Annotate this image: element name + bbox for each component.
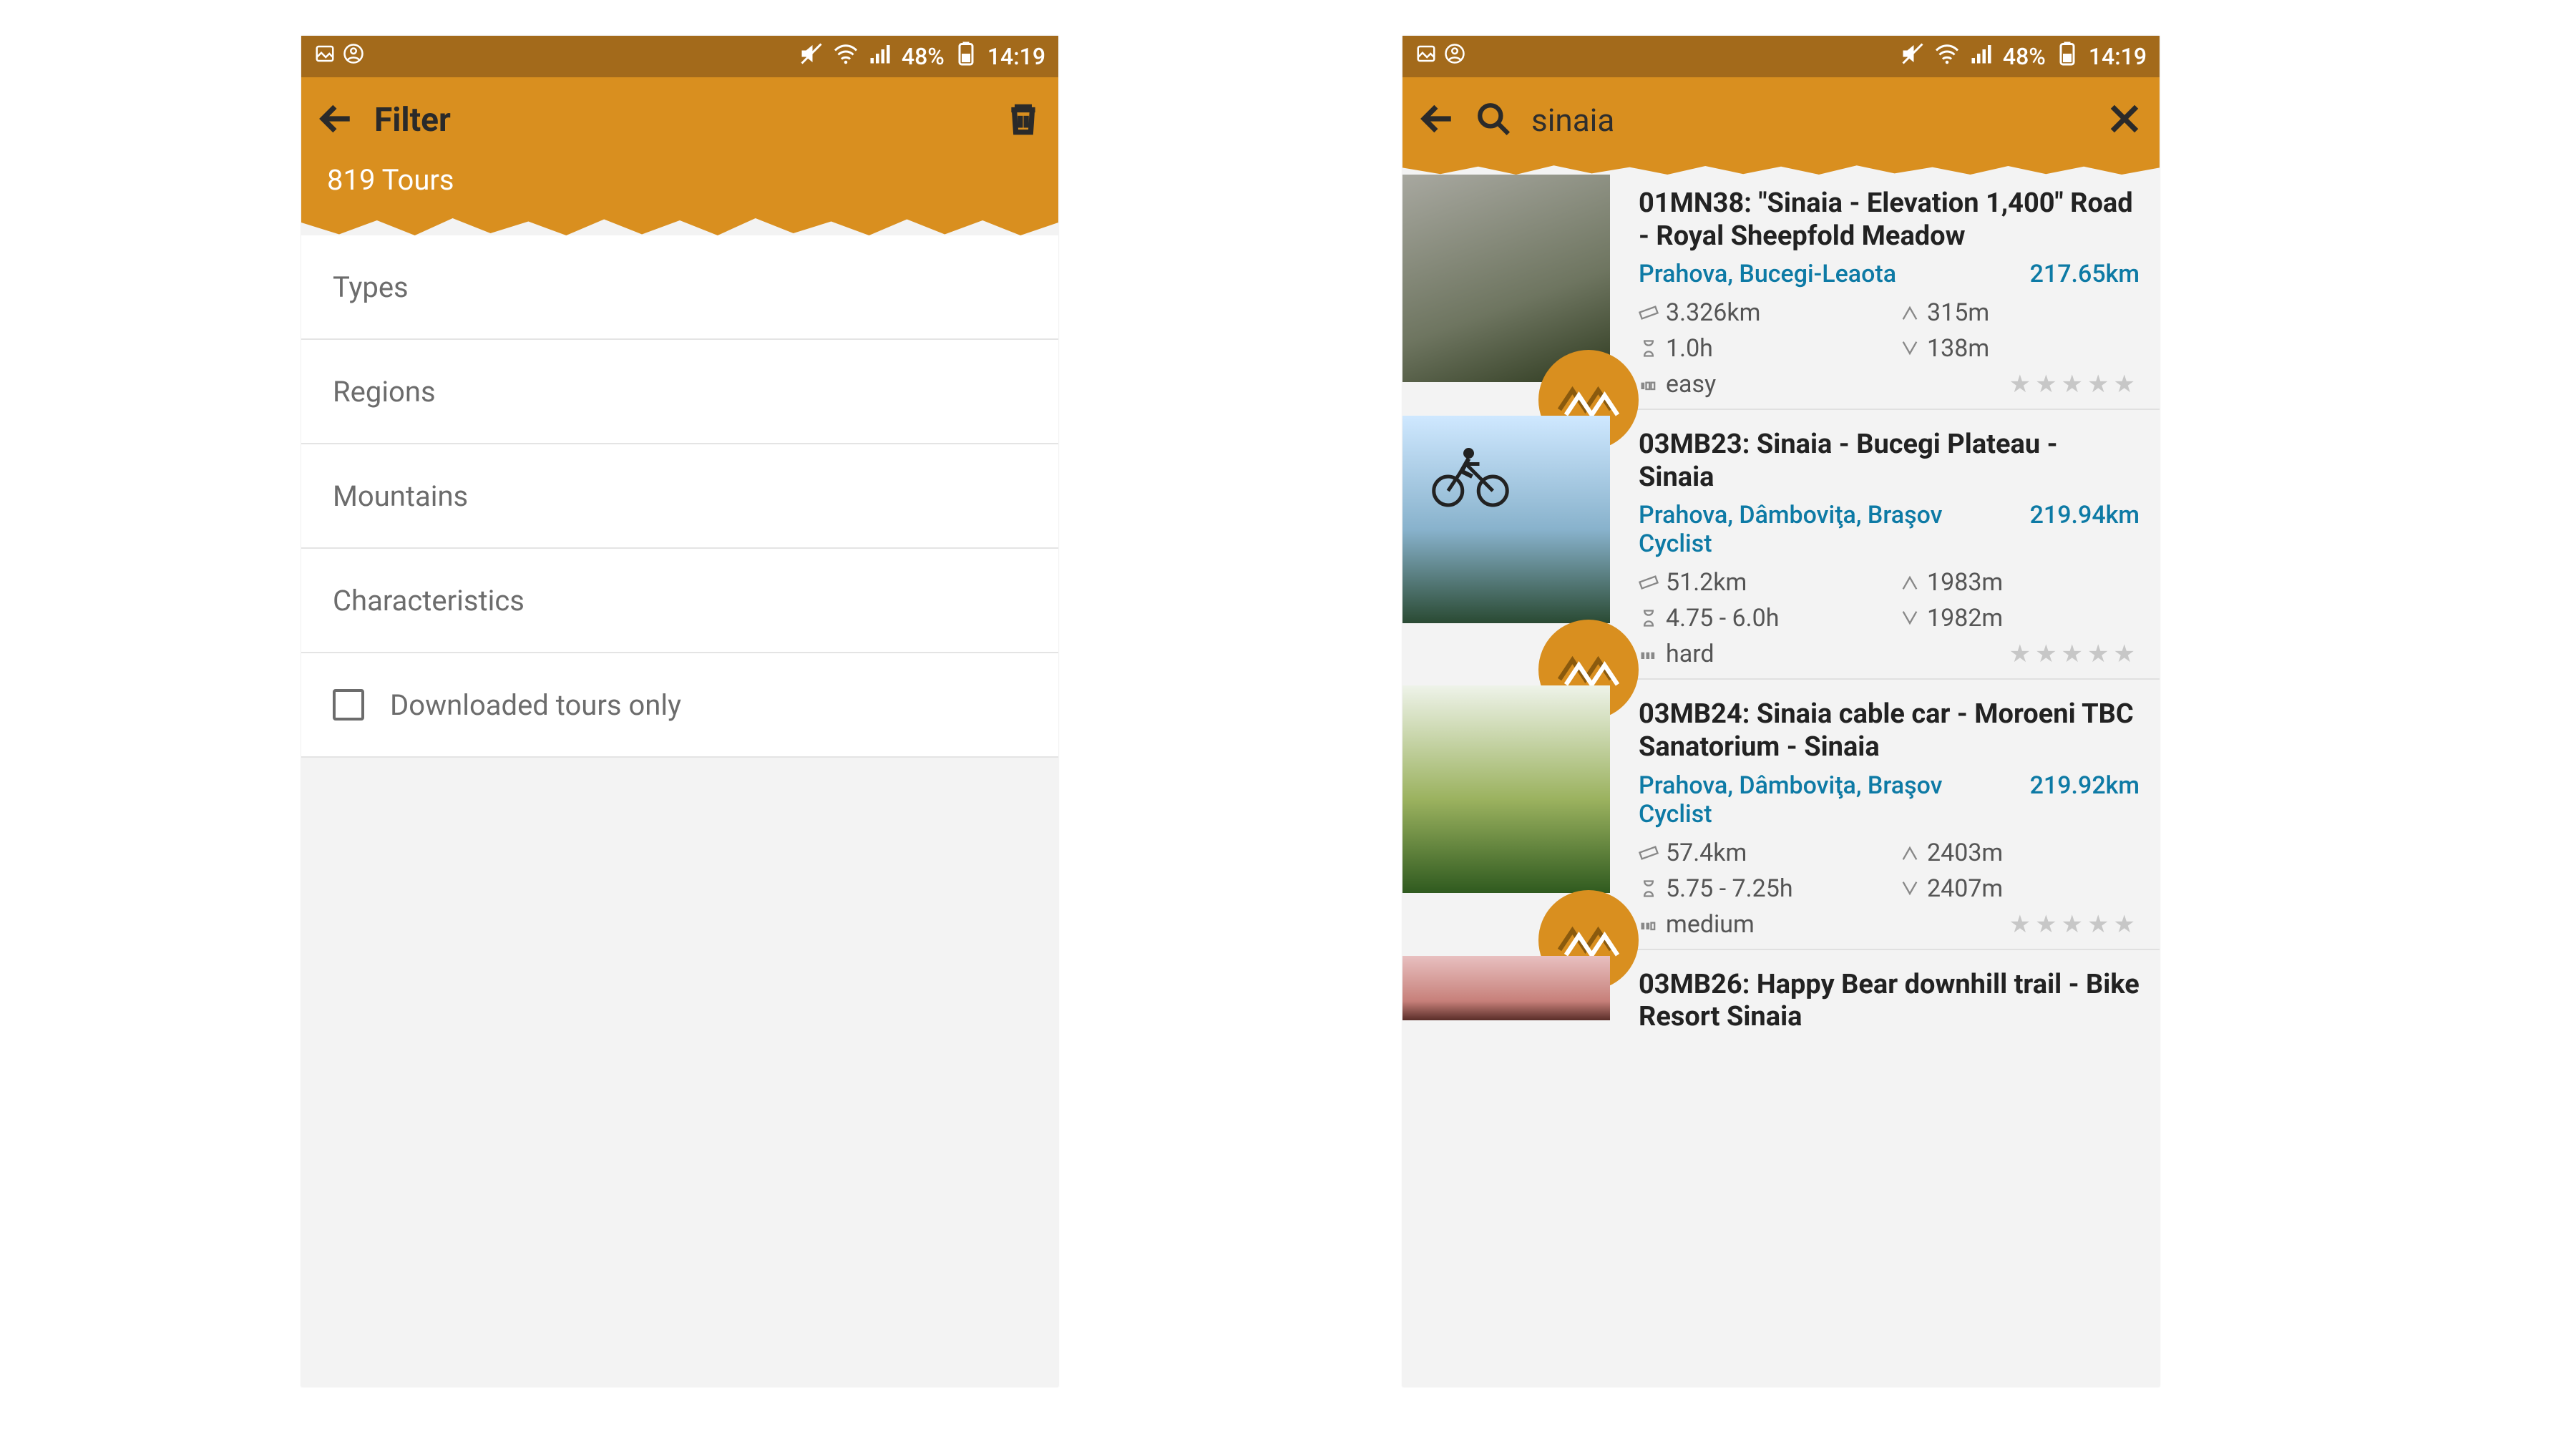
search-result-card[interactable]: 03MB23: Sinaia - Bucegi Plateau - Sinaia…	[1402, 416, 2160, 680]
tour-region: Prahova, Dâmboviţa, Braşov Cyclist	[1639, 501, 1982, 558]
clear-filter-button[interactable]	[1005, 101, 1041, 140]
ascent-icon	[1900, 843, 1920, 863]
ascent-icon	[1900, 303, 1920, 323]
tour-thumbnail	[1402, 956, 1610, 1020]
filter-item-label: Types	[333, 270, 409, 304]
star-icons: ★★★★★	[2009, 370, 2140, 399]
difficulty-icon	[1639, 644, 1659, 664]
ruler-icon	[1639, 303, 1659, 323]
bike-silhouette-icon	[1424, 437, 1517, 509]
hourglass-icon	[1639, 608, 1659, 628]
descent-icon	[1900, 879, 1920, 899]
mute-icon	[1900, 41, 1926, 72]
signal-icon	[867, 41, 893, 72]
tour-title: 01MN38: "Sinaia - Elevation 1,400" Road …	[1639, 187, 2140, 253]
tour-title: 03MB26: Happy Bear downhill trail - Bike…	[1639, 969, 2140, 1034]
filter-item-mountains[interactable]: Mountains	[301, 444, 1058, 549]
stat-descent: 2407m	[1900, 874, 2140, 903]
filter-item-types[interactable]: Types	[301, 235, 1058, 340]
tour-thumbnail	[1402, 416, 1610, 623]
stat-ascent: 2403m	[1900, 839, 2140, 867]
stat-duration: 1.0h	[1639, 334, 1878, 363]
stat-rating: ★★★★★	[1900, 640, 2140, 668]
signal-icon	[1968, 41, 1994, 72]
descent-icon	[1900, 338, 1920, 358]
battery-percent: 48%	[2003, 43, 2046, 70]
tour-distance: 219.94km	[2030, 501, 2140, 558]
stat-difficulty: hard	[1639, 640, 1878, 668]
stat-length: 3.326km	[1639, 298, 1878, 327]
tour-title: 03MB24: Sinaia cable car - Moroeni TBC S…	[1639, 698, 2140, 763]
stat-difficulty: medium	[1639, 910, 1878, 939]
stat-length: 57.4km	[1639, 839, 1878, 867]
search-result-card[interactable]: 03MB24: Sinaia cable car - Moroeni TBC S…	[1402, 685, 2160, 949]
tour-region: Prahova, Bucegi-Leaota	[1639, 260, 1896, 288]
filter-header: Filter 819 Tours	[301, 77, 1058, 214]
back-button[interactable]	[1420, 101, 1455, 140]
filter-count: 819 Tours	[301, 163, 1058, 214]
wifi-icon	[1934, 41, 1960, 72]
search-result-card[interactable]: 03MB26: Happy Bear downhill trail - Bike…	[1402, 956, 2160, 1051]
stat-rating: ★★★★★	[1900, 910, 2140, 939]
filter-item-characteristics[interactable]: Characteristics	[301, 549, 1058, 653]
tour-distance: 217.65km	[2030, 260, 2140, 288]
tour-thumbnail	[1402, 685, 1610, 893]
stat-duration: 4.75 - 6.0h	[1639, 604, 1878, 633]
stat-rating: ★★★★★	[1900, 370, 2140, 399]
ruler-icon	[1639, 572, 1659, 592]
stat-ascent: 1983m	[1900, 568, 2140, 597]
descent-icon	[1900, 608, 1920, 628]
mute-icon	[799, 41, 824, 72]
stat-ascent: 315m	[1900, 298, 2140, 327]
status-bar: 48% 14:19	[301, 36, 1058, 77]
stat-descent: 138m	[1900, 334, 2140, 363]
hourglass-icon	[1639, 338, 1659, 358]
search-icon[interactable]	[1475, 101, 1511, 140]
search-screen: 48% 14:19 sinaia	[1402, 36, 2160, 1387]
downloaded-label: Downloaded tours only	[390, 688, 681, 722]
clock-text: 14:19	[2089, 43, 2147, 70]
filter-item-regions[interactable]: Regions	[301, 340, 1058, 444]
ruler-icon	[1639, 843, 1659, 863]
status-bar: 48% 14:19	[1402, 36, 2160, 77]
filter-options-list: Types Regions Mountains Characteristics …	[301, 235, 1058, 758]
difficulty-icon	[1639, 914, 1659, 934]
stat-duration: 5.75 - 7.25h	[1639, 874, 1878, 903]
difficulty-icon	[1639, 374, 1659, 394]
star-icons: ★★★★★	[2009, 910, 2140, 939]
search-header: sinaia	[1402, 77, 2160, 163]
image-icon	[314, 43, 336, 70]
search-results-list[interactable]: 01MN38: "Sinaia - Elevation 1,400" Road …	[1402, 175, 2160, 1051]
filter-screen: 48% 14:19 Filter 819 Tours Types Regions…	[301, 36, 1058, 1387]
header-edge	[1402, 163, 2160, 175]
filter-item-label: Regions	[333, 375, 436, 409]
hourglass-icon	[1639, 879, 1659, 899]
battery-percent: 48%	[902, 43, 945, 70]
filter-item-label: Characteristics	[333, 584, 525, 617]
tour-title: 03MB23: Sinaia - Bucegi Plateau - Sinaia	[1639, 429, 2140, 494]
tour-region: Prahova, Dâmboviţa, Braşov Cyclist	[1639, 771, 1982, 829]
stat-length: 51.2km	[1639, 568, 1878, 597]
stat-difficulty: easy	[1639, 370, 1878, 399]
ascent-icon	[1900, 572, 1920, 592]
star-icons: ★★★★★	[2009, 640, 2140, 668]
search-input[interactable]: sinaia	[1531, 102, 2087, 139]
account-icon	[343, 43, 364, 70]
back-button[interactable]	[318, 101, 354, 140]
filter-title: Filter	[374, 101, 985, 140]
battery-icon	[953, 41, 979, 72]
clear-search-button[interactable]	[2107, 101, 2142, 140]
filter-item-label: Mountains	[333, 479, 468, 513]
clock-text: 14:19	[987, 43, 1045, 70]
downloaded-checkbox[interactable]	[333, 689, 364, 721]
filter-item-downloaded[interactable]: Downloaded tours only	[301, 653, 1058, 758]
battery-icon	[2054, 41, 2080, 72]
stat-descent: 1982m	[1900, 604, 2140, 633]
tour-distance: 219.92km	[2030, 771, 2140, 829]
header-edge	[301, 214, 1058, 235]
search-result-card[interactable]: 01MN38: "Sinaia - Elevation 1,400" Road …	[1402, 175, 2160, 410]
account-icon	[1444, 43, 1465, 70]
image-icon	[1415, 43, 1437, 70]
wifi-icon	[833, 41, 859, 72]
